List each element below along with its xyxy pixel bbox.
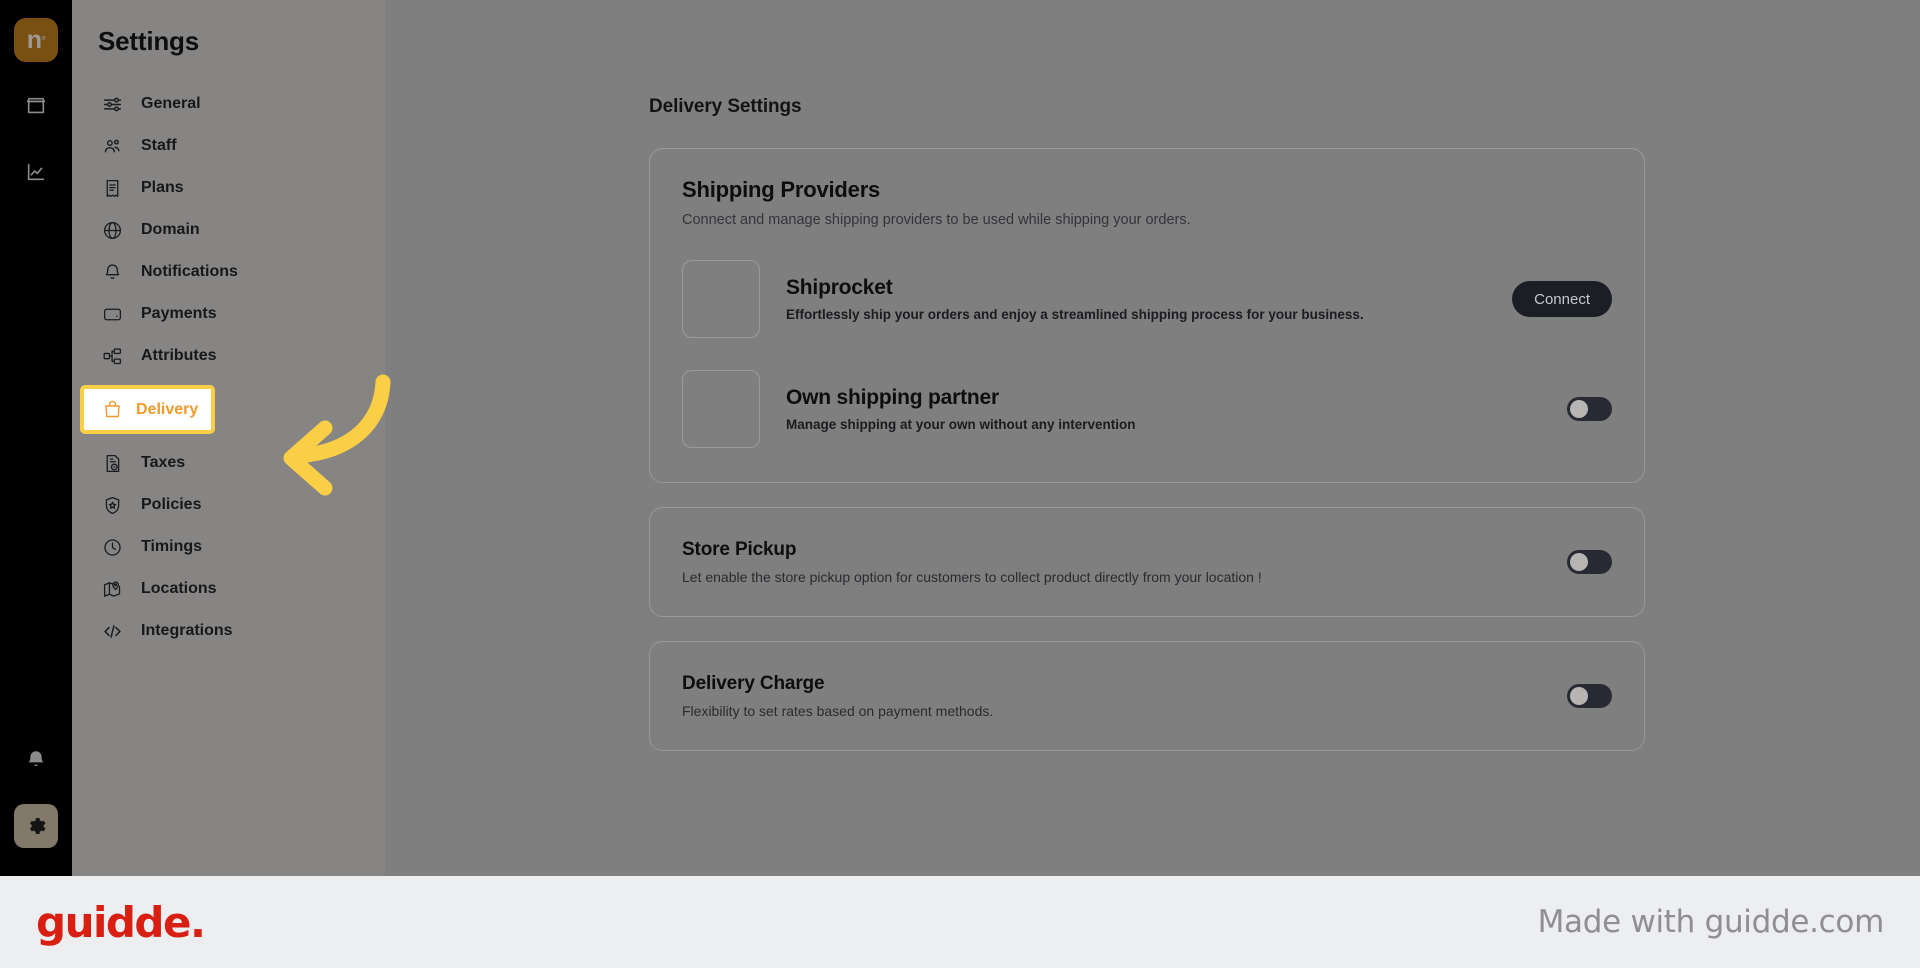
guidde-footer: guidde. Made with guidde.com (0, 876, 1920, 968)
sidebar-item-domain[interactable]: Domain (72, 209, 385, 251)
provider-name: Shiprocket (786, 276, 893, 299)
sidebar-item-attributes[interactable]: Attributes (72, 335, 385, 377)
sidebar-item-label: Taxes (141, 454, 186, 471)
store-pickup-subtitle: Let enable the store pickup option for c… (682, 569, 1262, 585)
app-logo[interactable]: n ° (14, 18, 58, 62)
sidebar-item-payments[interactable]: Payments (72, 293, 385, 335)
users-icon (102, 136, 123, 157)
wallet-icon (102, 304, 123, 325)
sidebar-item-label: Attributes (141, 347, 217, 364)
sidebar-item-label: Delivery (136, 400, 199, 418)
shopping-bag-icon (102, 399, 123, 420)
settings-sidebar: Settings General Staff Plans Domain Noti… (72, 0, 385, 876)
delivery-charge-card: Delivery Charge Flexibility to set rates… (649, 641, 1645, 751)
sidebar-item-label: Timings (141, 538, 203, 555)
settings-nav: General Staff Plans Domain Notifications… (72, 83, 385, 652)
shipping-providers-card: Shipping Providers Connect and manage sh… (649, 148, 1645, 483)
sidebar-item-label: General (141, 95, 201, 112)
guidde-logo: guidde. (36, 897, 206, 947)
left-icon-rail: n ° (0, 0, 72, 876)
sidebar-item-policies[interactable]: Policies (72, 484, 385, 526)
store-pickup-title: Store Pickup (682, 539, 797, 560)
sidebar-item-taxes[interactable]: Taxes (72, 442, 385, 484)
sidebar-item-label: Locations (141, 580, 217, 597)
rail-item-store[interactable] (14, 84, 58, 128)
store-pickup-toggle[interactable] (1567, 550, 1612, 574)
rail-item-analytics[interactable] (14, 150, 58, 194)
delivery-settings-heading: Delivery Settings (649, 96, 802, 117)
delivery-charge-subtitle: Flexibility to set rates based on paymen… (682, 703, 994, 719)
delivery-charge-toggle[interactable] (1567, 684, 1612, 708)
connect-button[interactable]: Connect (1512, 281, 1612, 317)
gear-icon (25, 815, 47, 837)
bell-icon (102, 262, 123, 283)
own-shipping-partner-toggle[interactable] (1567, 397, 1612, 421)
sidebar-item-label: Integrations (141, 622, 233, 639)
toggle-knob (1570, 400, 1588, 418)
dimmed-app-screenshot: n ° Settings General Staff Plans Domain … (0, 0, 1920, 876)
store-pickup-card: Store Pickup Let enable the store pickup… (649, 507, 1645, 617)
store-pickup-text: Store Pickup Let enable the store pickup… (682, 539, 1262, 585)
sliders-icon (102, 94, 123, 115)
rail-item-notifications[interactable] (14, 738, 58, 782)
own-shipping-text: Own shipping partner Manage shipping at … (786, 386, 1567, 432)
sidebar-item-label: Domain (141, 221, 200, 238)
sidebar-item-label: Payments (141, 305, 217, 322)
provider-name: Own shipping partner (786, 386, 1000, 409)
shield-star-icon (102, 495, 123, 516)
provider-row-shiprocket: Shiprocket Effortlessly ship your orders… (682, 260, 1612, 338)
page-title: Settings (98, 26, 199, 56)
main-content: Delivery Settings Shipping Providers Con… (385, 0, 1920, 876)
sidebar-item-notifications[interactable]: Notifications (72, 251, 385, 293)
own-shipping-logo-placeholder (682, 370, 760, 448)
sidebar-item-plans[interactable]: Plans (72, 167, 385, 209)
sidebar-item-timings[interactable]: Timings (72, 526, 385, 568)
sidebar-item-label: Staff (141, 137, 177, 154)
map-pin-icon (102, 579, 123, 600)
sidebar-item-delivery[interactable]: Delivery (80, 385, 215, 434)
globe-icon (102, 220, 123, 241)
bell-icon (25, 749, 47, 771)
sidebar-item-locations[interactable]: Locations (72, 568, 385, 610)
provider-description: Effortlessly ship your orders and enjoy … (786, 307, 1364, 322)
sidebar-item-staff[interactable]: Staff (72, 125, 385, 167)
toggle-knob (1570, 687, 1588, 705)
sidebar-item-label: Notifications (141, 263, 238, 280)
delivery-charge-title: Delivery Charge (682, 673, 825, 694)
sidebar-item-general[interactable]: General (72, 83, 385, 125)
shipping-providers-subtitle: Connect and manage shipping providers to… (682, 212, 1191, 228)
shipping-providers-title: Shipping Providers (682, 177, 881, 202)
tax-document-icon (102, 453, 123, 474)
app-root: n ° Settings General Staff Plans Domain … (0, 0, 1920, 968)
provider-row-own-shipping-partner: Own shipping partner Manage shipping at … (682, 370, 1612, 448)
app-logo-degree: ° (41, 32, 46, 48)
app-logo-mark: n (26, 25, 42, 54)
sidebar-item-label: Plans (141, 179, 184, 196)
made-with-guidde-text: Made with guidde.com (1537, 904, 1885, 940)
delivery-charge-text: Delivery Charge Flexibility to set rates… (682, 673, 993, 719)
store-icon (25, 95, 47, 117)
analytics-icon (25, 161, 47, 183)
shiprocket-logo-placeholder (682, 260, 760, 338)
hierarchy-icon (102, 346, 123, 367)
receipt-icon (102, 178, 123, 199)
clock-icon (102, 537, 123, 558)
sidebar-item-label: Policies (141, 496, 202, 513)
sidebar-item-integrations[interactable]: Integrations (72, 610, 385, 652)
toggle-knob (1570, 553, 1588, 571)
shiprocket-text: Shiprocket Effortlessly ship your orders… (786, 276, 1512, 322)
provider-description: Manage shipping at your own without any … (786, 417, 1136, 432)
rail-item-settings[interactable] (14, 804, 58, 848)
code-brackets-icon (102, 621, 123, 642)
